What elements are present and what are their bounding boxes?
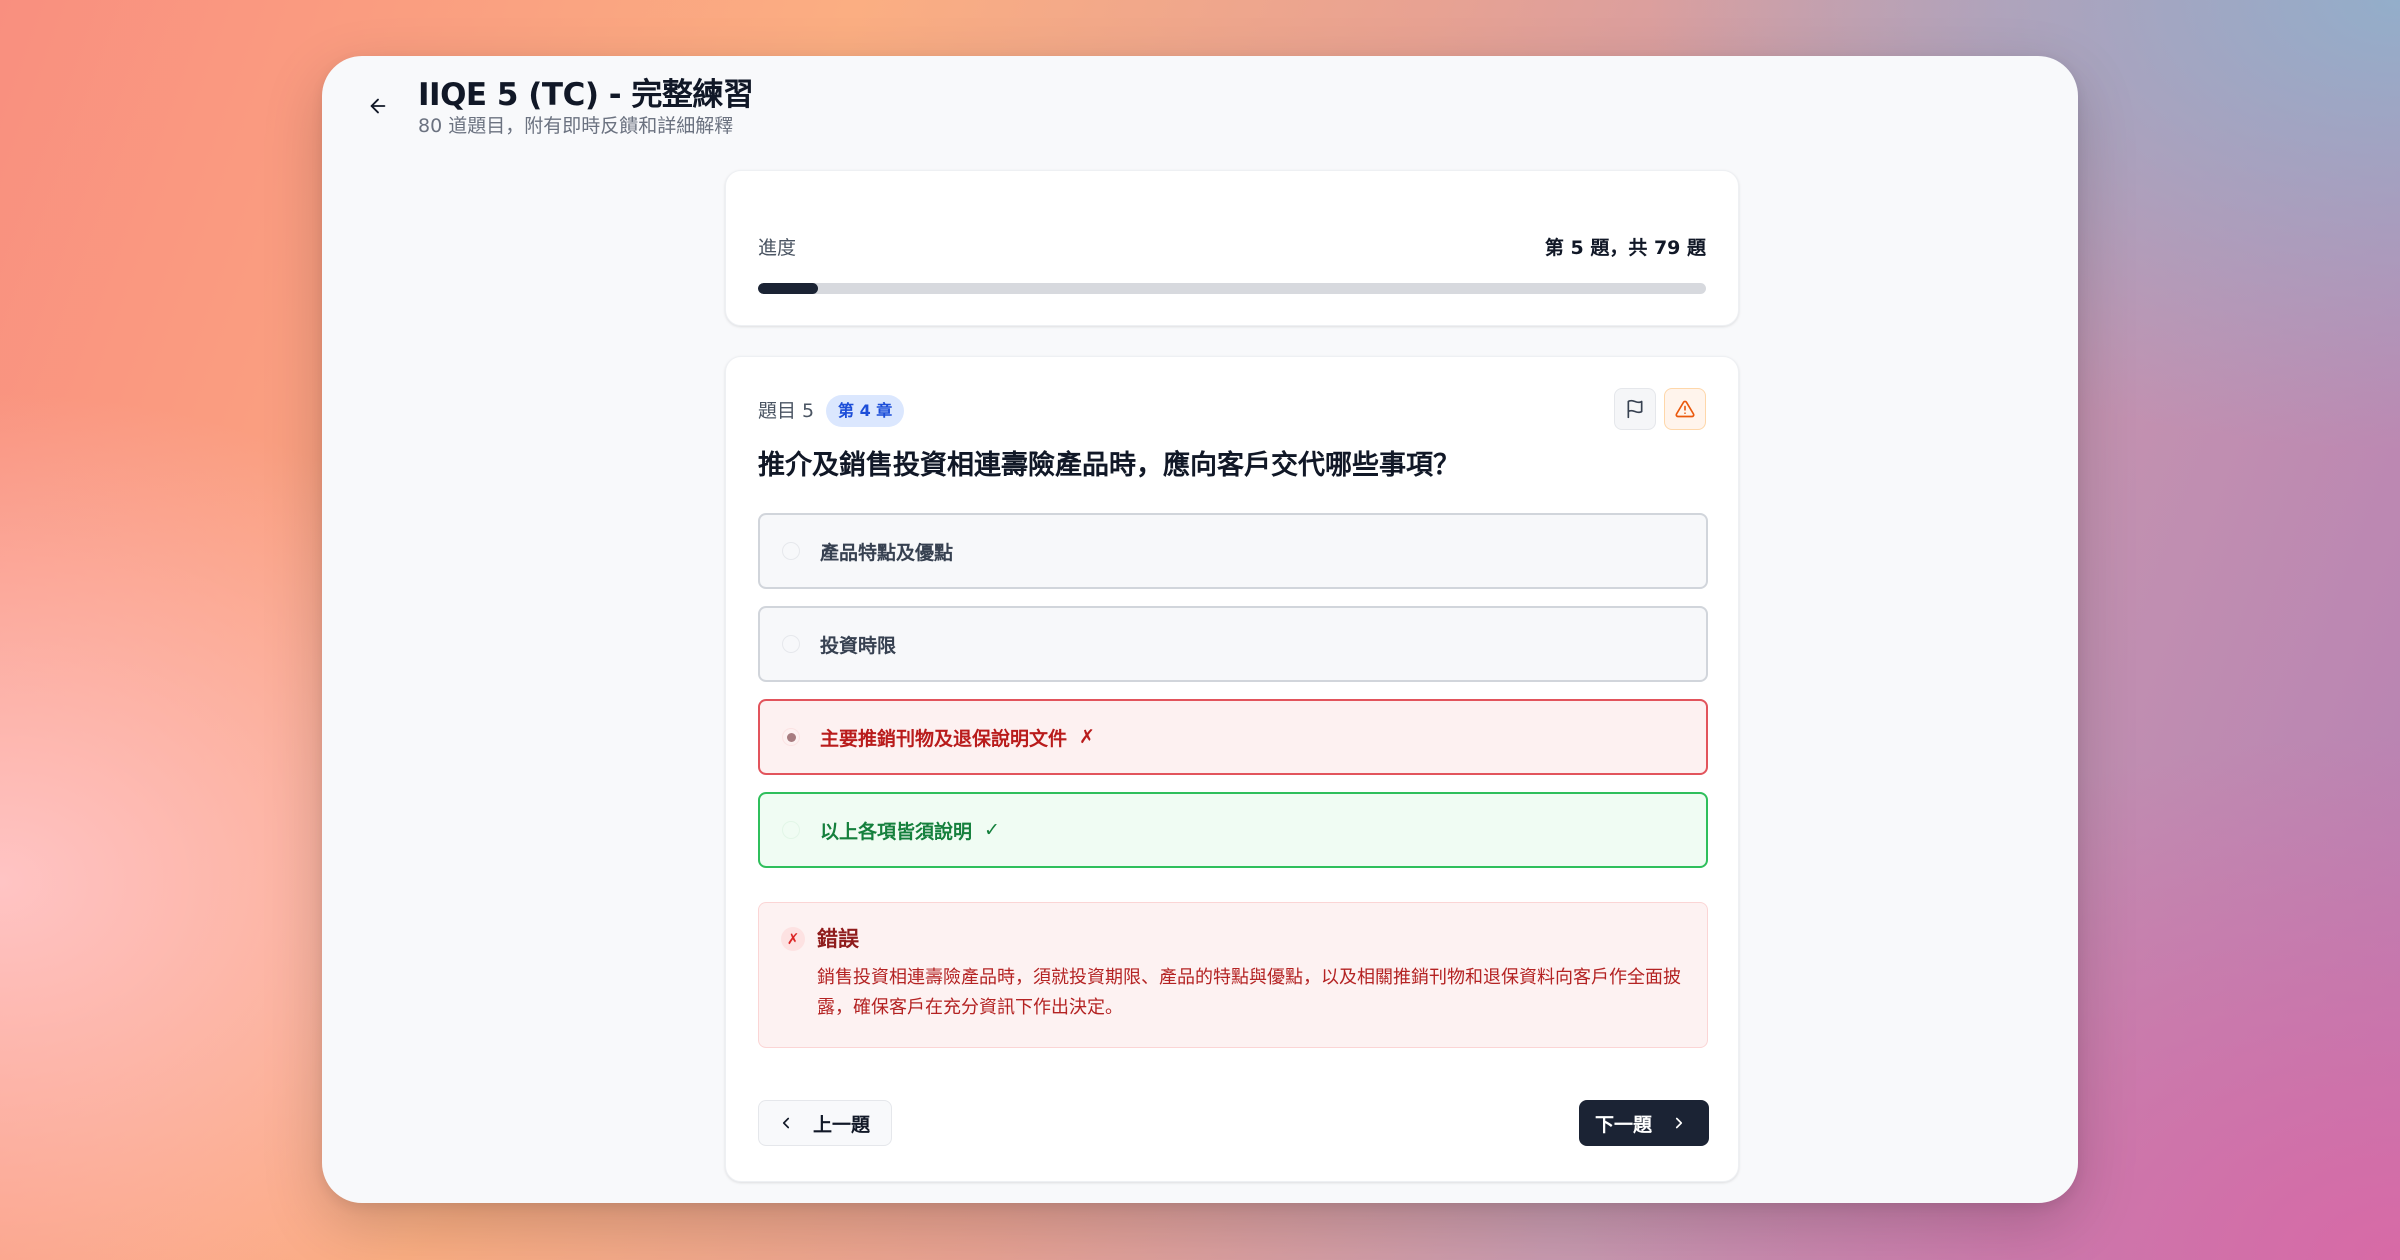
question-text: 推介及銷售投資相連壽險產品時，應向客戶交代哪些事項？ (758, 450, 1460, 481)
option-label: 以上各項皆須說明 (820, 820, 973, 843)
progress-bar (758, 283, 1706, 294)
option-label: 主要推銷刊物及退保說明文件 (820, 727, 1068, 750)
radio-selected-icon (782, 728, 800, 746)
question-card: 題目 5 第 4 章 推介及銷售投資相連壽險產品時，應向客戶交代哪些事項？ 產品… (725, 356, 1739, 1182)
flag-icon (1627, 399, 1643, 419)
option-label: 產品特點及優點 (820, 541, 954, 564)
warning-triangle-icon (1675, 400, 1695, 418)
option-label: 投資時限 (820, 634, 897, 657)
app-window: IIQE 5 (TC) - 完整練習 80 道題目，附有即時反饋和詳細解釋 進度… (322, 56, 2078, 1203)
error-icon: ✗ (781, 927, 805, 951)
correct-mark-icon: ✓ (984, 819, 1000, 841)
radio-icon (782, 635, 800, 653)
answer-option-2[interactable]: 投資時限 (758, 606, 1708, 682)
chapter-badge: 第 4 章 (826, 395, 905, 427)
arrow-left-icon (370, 98, 386, 114)
wrong-mark-icon: ✗ (1079, 726, 1095, 748)
radio-icon (782, 542, 800, 560)
progress-label: 進度 (758, 237, 797, 259)
answer-option-3[interactable]: 主要推銷刊物及退保說明文件 ✗ (758, 699, 1708, 775)
flag-question-button[interactable] (1614, 388, 1656, 430)
previous-question-button[interactable]: 上一題 (758, 1100, 892, 1146)
feedback-explanation: 銷售投資相連壽險產品時，須就投資期限、產品的特點與優點，以及相關推銷刊物和退保資… (817, 967, 1681, 1018)
next-button-label: 下一題 (1595, 1113, 1653, 1136)
chevron-left-icon (777, 1114, 795, 1132)
next-question-button[interactable]: 下一題 (1579, 1100, 1709, 1146)
question-number: 題目 5 (758, 400, 815, 422)
answer-option-1[interactable]: 產品特點及優點 (758, 513, 1708, 589)
progress-bar-fill (758, 283, 818, 294)
answer-option-4[interactable]: 以上各項皆須說明 ✓ (758, 792, 1708, 868)
radio-icon (782, 821, 800, 839)
previous-button-label: 上一題 (813, 1113, 871, 1136)
feedback-panel: ✗ 錯誤 銷售投資相連壽險產品時，須就投資期限、產品的特點與優點，以及相關推銷刊… (758, 902, 1708, 1048)
back-button[interactable] (358, 86, 398, 126)
page-subtitle: 80 道題目，附有即時反饋和詳細解釋 (418, 115, 734, 137)
progress-card: 進度 第 5 題，共 79 題 (725, 170, 1739, 326)
feedback-title: 錯誤 (817, 927, 859, 951)
report-issue-button[interactable] (1664, 388, 1706, 430)
chevron-right-icon (1670, 1114, 1688, 1132)
progress-count: 第 5 題，共 79 題 (1544, 237, 1706, 259)
